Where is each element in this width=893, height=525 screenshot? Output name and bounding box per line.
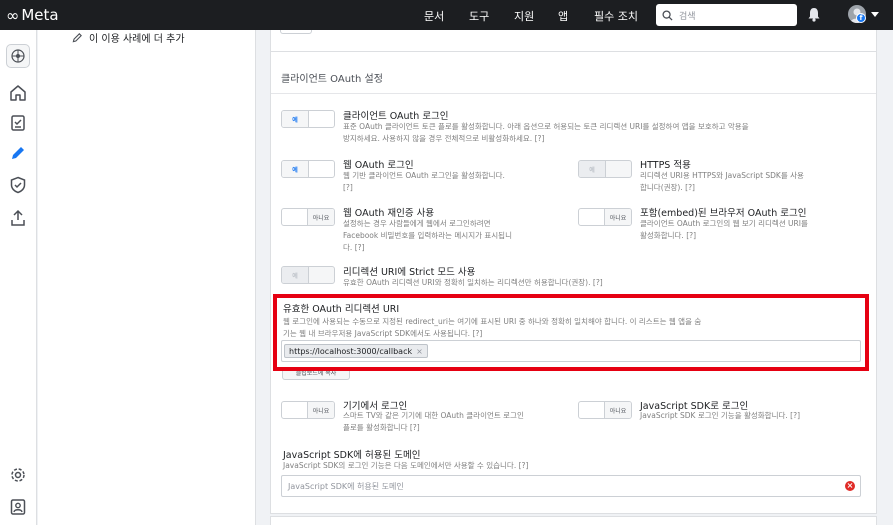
upload-icon[interactable] <box>7 207 29 229</box>
toggle-knob: 아니요 <box>307 402 334 418</box>
strict-mode-desc: 유효한 OAuth 리디렉션 URI와 정확히 일치하는 리디렉션만 허용합니다… <box>343 278 603 287</box>
search-placeholder: 검색 <box>679 11 696 22</box>
client-oauth-login-toggle[interactable]: 예 <box>281 110 335 128</box>
nav-apps[interactable]: 앱 <box>558 8 568 24</box>
divider <box>271 51 876 52</box>
search-input[interactable]: 검색 <box>656 4 797 26</box>
web-oauth-reauth-desc: 설정하는 경우 사람들에게 웹에서 로그인하려면 Facebook 비밀번호를 … <box>343 219 512 252</box>
jssdk-domains-placeholder: JavaScript SDK에 허용된 도메인 <box>288 481 404 491</box>
divider <box>271 93 876 94</box>
checklist-icon[interactable] <box>7 112 29 134</box>
pencil-icon <box>72 33 82 43</box>
device-login-toggle[interactable]: 아니요 <box>281 401 335 419</box>
search-icon <box>662 9 673 21</box>
client-oauth-login-title: 클라이언트 OAuth 로그인 <box>343 111 449 122</box>
meta-logo[interactable]: ∞ Meta <box>6 5 59 25</box>
web-oauth-reauth-title: 웹 OAuth 재인증 사용 <box>343 208 435 219</box>
help-link[interactable]: [?] <box>790 411 800 420</box>
copy-to-clipboard-button[interactable]: 클립보드에 복사 <box>282 371 350 380</box>
toggle-knob: 예 <box>282 161 309 177</box>
facebook-badge-icon: f <box>856 13 866 23</box>
toggle-knob: 예 <box>579 161 606 177</box>
bell-icon[interactable] <box>807 7 821 22</box>
left-icon-rail <box>0 30 37 525</box>
web-oauth-login-desc: 웹 기반 클라이언트 OAuth 로그인을 활성화합니다. [?] <box>343 171 505 192</box>
next-card-edge <box>270 516 877 525</box>
strict-mode-title: 리디렉션 URI에 Strict 모드 사용 <box>343 267 476 278</box>
strict-mode-toggle: 예 <box>281 266 335 284</box>
jssdk-login-toggle[interactable]: 아니요 <box>578 401 632 419</box>
embedded-browser-oauth-toggle[interactable]: 아니요 <box>578 208 632 226</box>
toggle-knob: 아니요 <box>604 402 631 418</box>
help-link[interactable]: [?] <box>685 183 695 192</box>
nav-docs[interactable]: 문서 <box>424 8 444 24</box>
toggle-knob: 아니요 <box>604 209 631 225</box>
nav-required-actions[interactable]: 필수 조치 <box>594 8 638 24</box>
nav-tools[interactable]: 도구 <box>469 8 489 24</box>
help-link[interactable]: [?] <box>343 183 353 192</box>
meta-infinity-icon: ∞ <box>6 5 20 25</box>
web-oauth-login-title: 웹 OAuth 로그인 <box>343 160 414 171</box>
nav-support[interactable]: 지원 <box>514 8 534 24</box>
https-enforce-desc: 리디렉션 URI용 HTTPS와 JavaScript SDK를 사용합니다(권… <box>640 171 804 192</box>
https-enforce-title: HTTPS 적용 <box>640 160 691 171</box>
https-enforce-toggle: 예 <box>578 160 632 178</box>
top-nav-bar: ∞ Meta 문서 도구 지원 앱 필수 조치 검색 f <box>0 0 893 30</box>
embedded-browser-oauth-desc: 클라이언트 OAuth 로그인의 웹 보기 리디렉션 URI를 활성화합니다. … <box>640 219 808 240</box>
user-roles-icon[interactable] <box>7 496 29 518</box>
toggle-knob: 아니요 <box>307 209 334 225</box>
jssdk-domains-title: JavaScript SDK에 허용된 도메인 <box>283 450 421 461</box>
jssdk-login-desc: JavaScript SDK 로그인 기능을 활성화합니다. [?] <box>640 411 801 420</box>
help-link[interactable]: [?] <box>686 231 696 240</box>
toggle-knob: 예 <box>282 267 309 283</box>
jssdk-domains-desc: JavaScript SDK의 로그인 기능은 다음 도메인에서만 사용할 수 … <box>283 461 529 470</box>
previous-section-toggle-stub <box>280 30 312 34</box>
add-use-case-link[interactable]: 이 이용 사례에 더 추가 <box>72 30 185 45</box>
app-icon[interactable] <box>6 44 30 68</box>
account-menu-chevron-icon[interactable] <box>871 12 879 17</box>
add-use-case-label: 이 이용 사례에 더 추가 <box>89 34 185 45</box>
help-link[interactable]: [?] <box>519 461 529 470</box>
edit-pencil-icon[interactable] <box>7 142 29 164</box>
section-title: 클라이언트 OAuth 설정 <box>281 74 383 85</box>
help-link[interactable]: [?] <box>355 243 365 252</box>
web-oauth-reauth-toggle[interactable]: 아니요 <box>281 208 335 226</box>
help-link[interactable]: [?] <box>535 134 545 143</box>
help-link[interactable]: [?] <box>410 423 420 432</box>
secondary-sidebar: 이 이용 사례에 더 추가 <box>38 30 256 525</box>
error-icon: × <box>845 481 855 491</box>
toggle-knob: 예 <box>282 111 309 127</box>
web-oauth-login-toggle[interactable]: 예 <box>281 160 335 178</box>
embedded-browser-oauth-title: 포함(embed)된 브라우저 OAuth 로그인 <box>640 208 807 219</box>
gear-icon[interactable] <box>7 464 29 486</box>
meta-wordmark: Meta <box>21 6 59 24</box>
help-link[interactable]: [?] <box>593 278 603 287</box>
jssdk-domains-input[interactable]: JavaScript SDK에 허용된 도메인 <box>281 475 861 497</box>
home-icon[interactable] <box>7 82 29 104</box>
client-oauth-login-desc: 표준 OAuth 클라이언트 토큰 플로를 활성화합니다. 아래 옵션으로 허용… <box>343 122 749 143</box>
device-login-desc: 스마트 TV와 같은 기기에 대한 OAuth 클라이언트 로그인 플로를 활성… <box>343 411 524 432</box>
shield-check-icon[interactable] <box>7 174 29 196</box>
highlight-box <box>273 294 869 371</box>
